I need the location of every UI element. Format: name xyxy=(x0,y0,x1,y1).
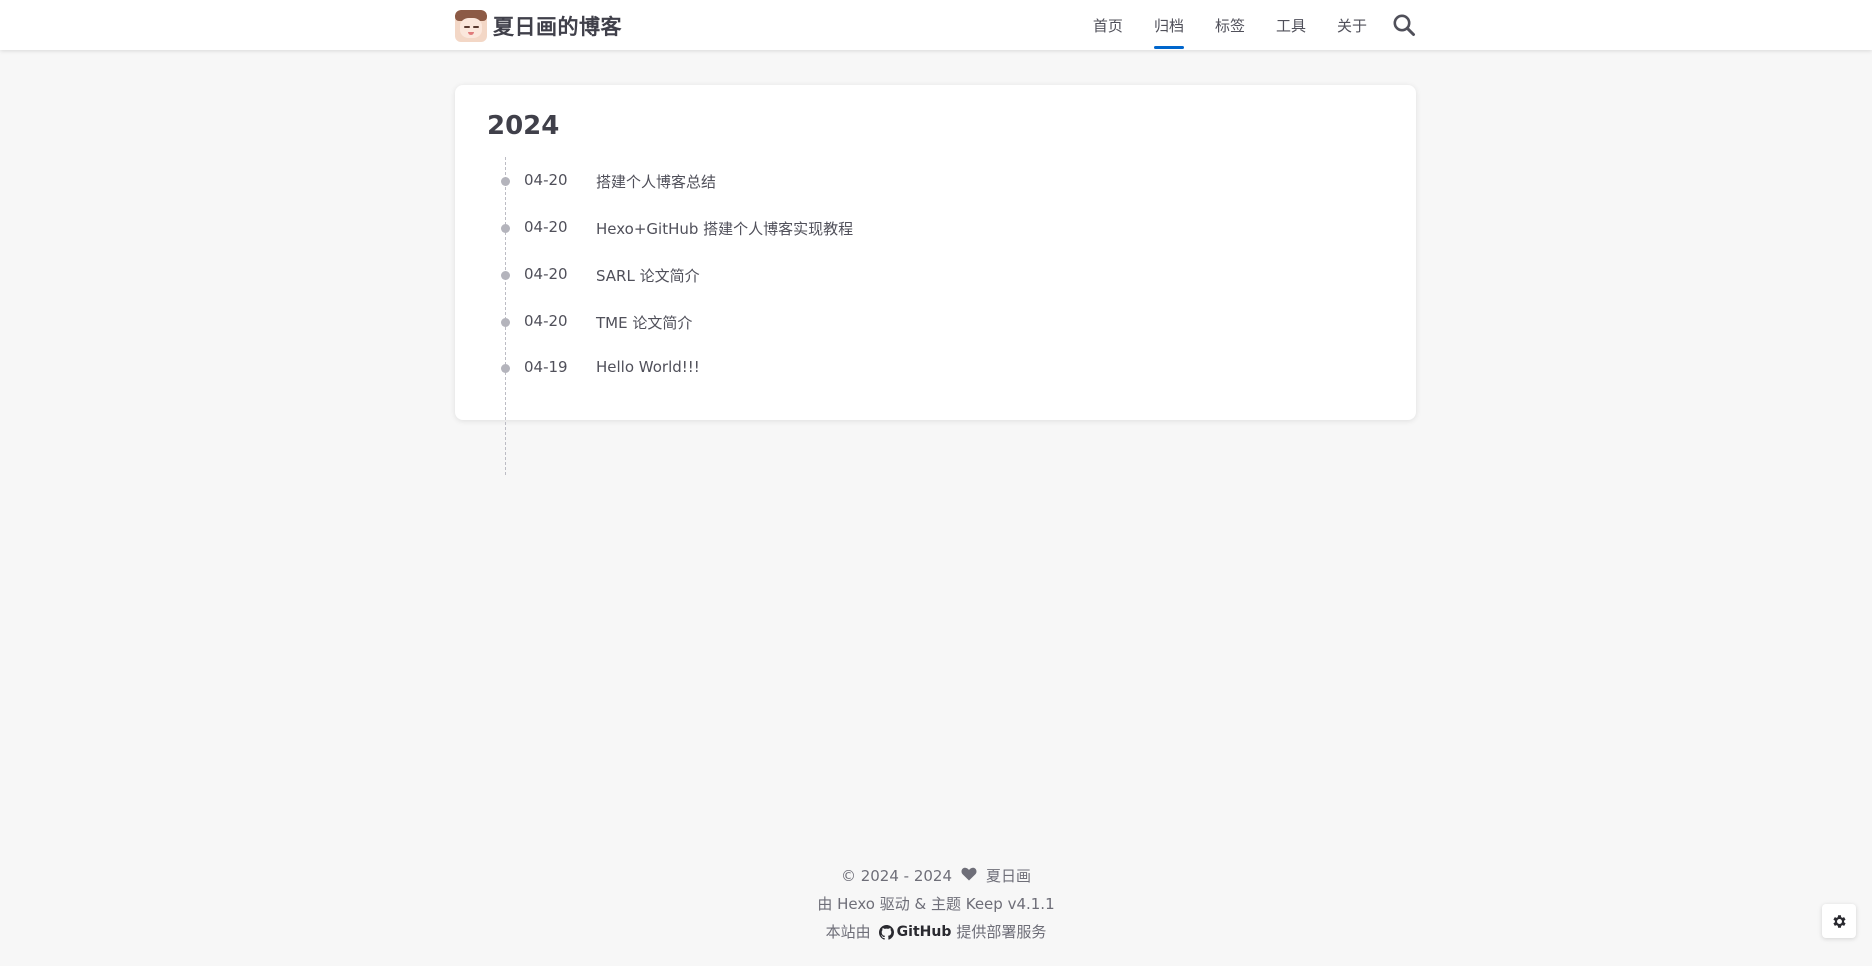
footer-hosted-prefix: 本站由 xyxy=(825,923,871,941)
search-button[interactable] xyxy=(1392,13,1416,37)
footer-copyright-line: © 2024 - 2024 夏日画 xyxy=(0,862,1872,890)
post-title-link[interactable]: 搭建个人博客总结 xyxy=(596,171,716,192)
footer-hosted-suffix: 提供部署服务 xyxy=(956,923,1047,941)
nav-item-tools[interactable]: 工具 xyxy=(1276,0,1306,50)
timeline-dot xyxy=(501,318,510,327)
post-title-link[interactable]: Hexo+GitHub 搭建个人博客实现教程 xyxy=(596,218,853,239)
github-badge[interactable]: GitHub xyxy=(878,918,952,946)
main-nav: 首页 归档 标签 工具 关于 xyxy=(1093,0,1416,50)
site-logo-link[interactable]: 夏日画的博客 xyxy=(455,10,622,42)
nav-item-archives[interactable]: 归档 xyxy=(1153,0,1184,50)
settings-button[interactable] xyxy=(1822,904,1856,938)
footer-powered-by: 由 Hexo 驱动 & 主题 Keep v4.1.1 xyxy=(817,895,1055,913)
nav-item-tags[interactable]: 标签 xyxy=(1215,0,1245,50)
avatar-logo-icon xyxy=(455,10,487,42)
header-inner: 夏日画的博客 首页 归档 标签 工具 关于 xyxy=(455,0,1416,50)
timeline-dot xyxy=(501,364,510,373)
timeline-dot xyxy=(501,224,510,233)
post-date: 04-19 xyxy=(524,358,568,376)
post-title-link[interactable]: TME 论文简介 xyxy=(596,312,692,333)
timeline-line xyxy=(505,157,506,475)
site-title: 夏日画的博客 xyxy=(493,15,622,39)
nav-item-about[interactable]: 关于 xyxy=(1337,0,1367,50)
timeline-dot xyxy=(501,271,510,280)
site-header: 夏日画的博客 首页 归档 标签 工具 关于 xyxy=(0,0,1872,50)
footer-hosted-line: 本站由 GitHub 提供部署服务 xyxy=(0,918,1872,946)
footer-author: 夏日画 xyxy=(986,867,1032,885)
timeline-dot xyxy=(501,177,510,186)
github-brand: GitHub xyxy=(896,924,952,940)
footer-copyright: © 2024 - 2024 xyxy=(840,867,953,885)
post-date: 04-20 xyxy=(524,218,568,236)
heart-icon xyxy=(961,862,977,890)
post-date: 04-20 xyxy=(524,312,568,330)
post-title-link[interactable]: SARL 论文简介 xyxy=(596,265,700,286)
github-icon xyxy=(878,924,894,940)
site-footer: © 2024 - 2024 夏日画 由 Hexo 驱动 & 主题 Keep v4… xyxy=(0,862,1872,946)
search-icon xyxy=(1393,14,1415,36)
post-title-link[interactable]: Hello World!!! xyxy=(596,358,700,376)
post-date: 04-20 xyxy=(524,171,568,189)
archive-card: 2024 04-20 搭建个人博客总结 04-20 Hexo+GitHub 搭建… xyxy=(455,85,1416,475)
gear-icon xyxy=(1832,914,1846,928)
nav-item-home[interactable]: 首页 xyxy=(1093,0,1123,50)
footer-powered-line: 由 Hexo 驱动 & 主题 Keep v4.1.1 xyxy=(0,890,1872,918)
archive-year: 2024 xyxy=(487,111,560,141)
post-date: 04-20 xyxy=(524,265,568,283)
